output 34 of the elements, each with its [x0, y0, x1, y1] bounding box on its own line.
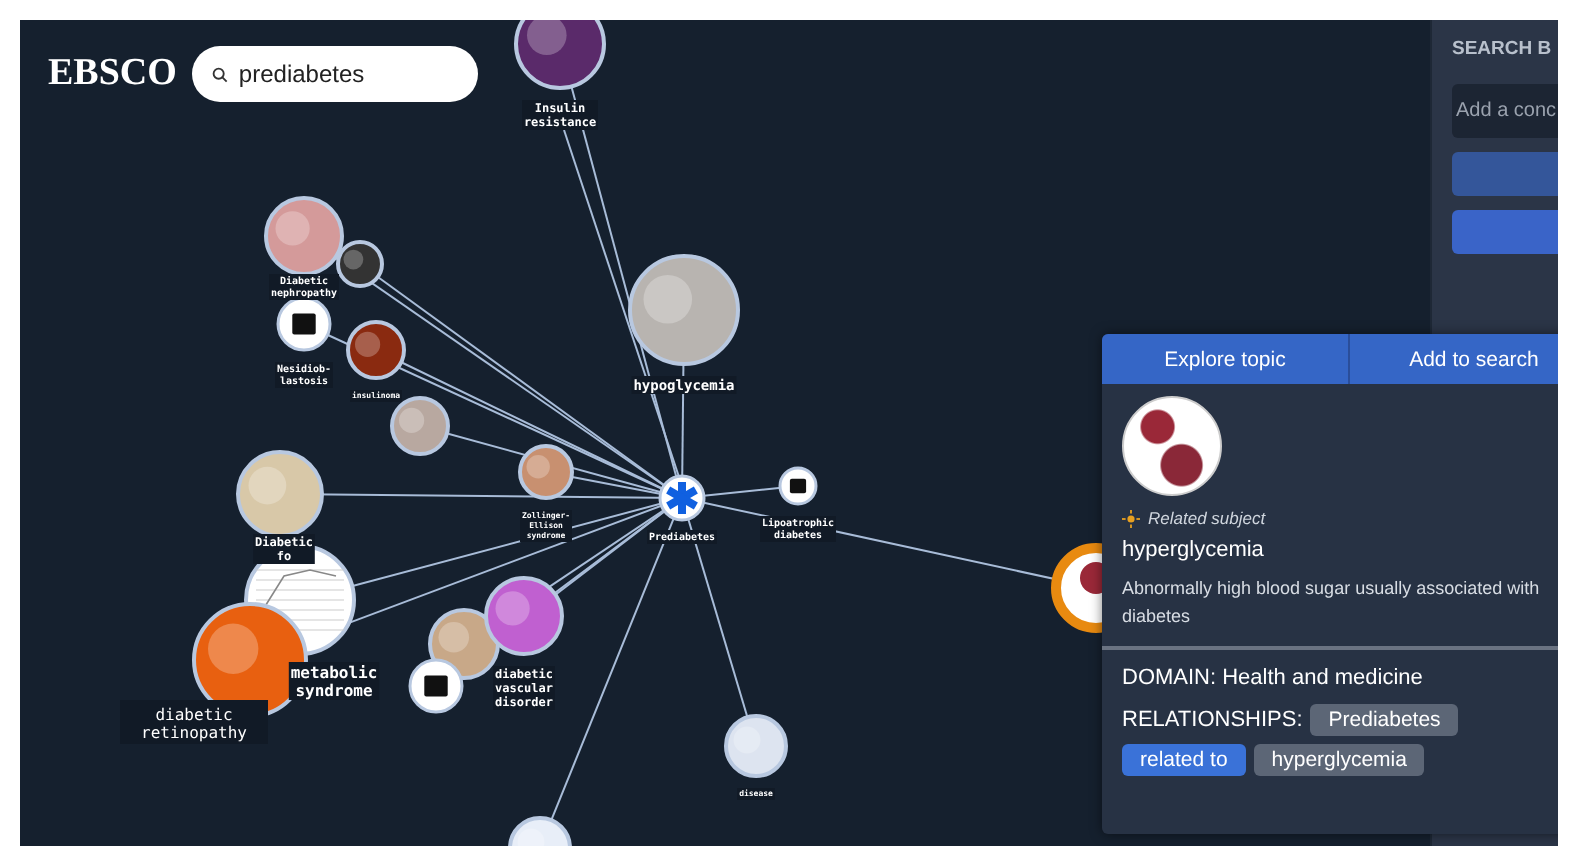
- card-action-button[interactable]: Add to search: [1350, 334, 1558, 384]
- topic-tag[interactable]: hyperglycemia: [1253, 744, 1425, 776]
- icon-node[interactable]: [778, 466, 818, 506]
- image-node[interactable]: [346, 320, 406, 380]
- image-node[interactable]: [336, 240, 384, 288]
- topic-type: Related subject: [1148, 508, 1266, 528]
- image-node[interactable]: [484, 576, 564, 656]
- sidebar-title: SEARCH B: [1452, 38, 1554, 60]
- image-node[interactable]: [390, 396, 450, 456]
- icon-node[interactable]: [408, 658, 464, 714]
- image-node[interactable]: [514, 20, 606, 90]
- ebsco-logo[interactable]: EBSCO: [48, 52, 177, 96]
- image-node[interactable]: [508, 816, 572, 846]
- star-of-life-node[interactable]: [658, 474, 706, 522]
- domain-text: DOMAIN: Health and medicine: [1122, 666, 1425, 690]
- topic-description: Abnormally high blood sugar usually associated with diabetes: [1122, 576, 1542, 630]
- card-action-button[interactable]: Explore topic: [1102, 334, 1350, 384]
- relation-tag[interactable]: related to: [1122, 744, 1246, 776]
- search-icon: [212, 63, 229, 85]
- topic-image: [1122, 396, 1222, 496]
- icon-node[interactable]: [276, 296, 332, 352]
- concept-input[interactable]: Add a conc: [1452, 84, 1558, 138]
- image-node[interactable]: [236, 450, 324, 538]
- image-node[interactable]: [724, 714, 788, 778]
- sun-icon: [1122, 509, 1140, 527]
- topic-tag[interactable]: Prediabetes: [1310, 704, 1459, 736]
- node-label: diabetic retinopathy: [120, 700, 268, 744]
- node-label: metabolic syndrome: [288, 662, 380, 700]
- image-node[interactable]: [628, 254, 740, 366]
- image-node[interactable]: [264, 196, 344, 276]
- topic-title: hyperglycemia: [1122, 538, 1266, 562]
- relationships-label: RELATIONSHIPS:: [1122, 708, 1303, 732]
- search-field[interactable]: prediabetes: [192, 46, 479, 102]
- image-node[interactable]: [518, 444, 574, 500]
